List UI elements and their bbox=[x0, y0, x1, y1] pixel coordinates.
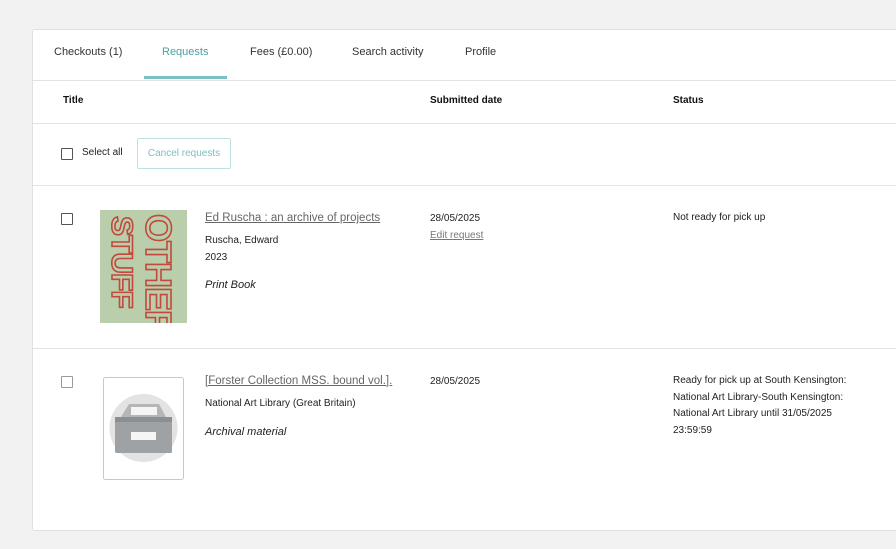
table-row: OTHER STUFF Ed Ruscha : an archive of pr… bbox=[33, 186, 896, 349]
item-title-link[interactable]: Ed Ruscha : an archive of projects bbox=[205, 212, 380, 224]
status-line: Ready for pick up at South Kensington: bbox=[673, 375, 847, 386]
tab-search-activity[interactable]: Search activity bbox=[352, 46, 424, 58]
svg-text:STUFF: STUFF bbox=[105, 216, 138, 308]
status-text: Not ready for pick up bbox=[673, 210, 765, 227]
select-all-checkbox[interactable] bbox=[61, 148, 73, 160]
status-line: Not ready for pick up bbox=[673, 212, 766, 223]
tab-profile[interactable]: Profile bbox=[465, 46, 496, 58]
item-format: Archival material bbox=[205, 426, 287, 438]
item-author: Ruscha, Edward bbox=[205, 235, 279, 246]
column-header-submitted-date: Submitted date bbox=[430, 95, 503, 106]
tab-requests[interactable]: Requests bbox=[162, 46, 208, 58]
tab-checkouts[interactable]: Checkouts (1) bbox=[54, 46, 122, 58]
status-line: National Art Library-South Kensington: bbox=[673, 391, 844, 403]
item-checkbox[interactable] bbox=[61, 213, 73, 225]
edit-request-link[interactable]: Edit request bbox=[430, 230, 483, 241]
status-line: National Art Library until 31/05/2025 bbox=[673, 408, 832, 419]
item-title-link[interactable]: [Forster Collection MSS. bound vol.]. bbox=[205, 375, 392, 387]
table-row: [Forster Collection MSS. bound vol.]. Na… bbox=[33, 349, 896, 549]
item-author: National Art Library (Great Britain) bbox=[205, 398, 356, 409]
submitted-date: 28/05/2025 bbox=[430, 376, 481, 387]
select-all-label[interactable]: Select all bbox=[82, 147, 123, 158]
column-header-title: Title bbox=[63, 95, 84, 106]
cancel-requests-button[interactable]: Cancel requests bbox=[137, 138, 231, 169]
account-tabs: Checkouts (1) Requests Fees (£0.00) Sear… bbox=[33, 30, 896, 81]
book-cover-image[interactable]: OTHER STUFF bbox=[100, 210, 187, 337]
account-panel: Checkouts (1) Requests Fees (£0.00) Sear… bbox=[32, 29, 896, 531]
archive-box-placeholder-image[interactable] bbox=[103, 377, 184, 480]
bulk-actions-row: Select all Cancel requests bbox=[33, 124, 896, 186]
submitted-date: 28/05/2025 bbox=[430, 213, 481, 224]
item-format: Print Book bbox=[205, 279, 256, 291]
column-header-status: Status bbox=[673, 95, 704, 106]
table-header: Title Submitted date Status bbox=[33, 81, 896, 124]
active-tab-indicator bbox=[144, 76, 227, 79]
item-checkbox[interactable] bbox=[61, 376, 73, 388]
svg-text:OTHER: OTHER bbox=[138, 214, 179, 323]
status-line: 23:59:59 bbox=[673, 424, 712, 436]
status-text: Ready for pick up at South Kensington: N… bbox=[673, 373, 846, 439]
tab-fees[interactable]: Fees (£0.00) bbox=[250, 46, 312, 58]
item-year: 2023 bbox=[205, 252, 228, 263]
